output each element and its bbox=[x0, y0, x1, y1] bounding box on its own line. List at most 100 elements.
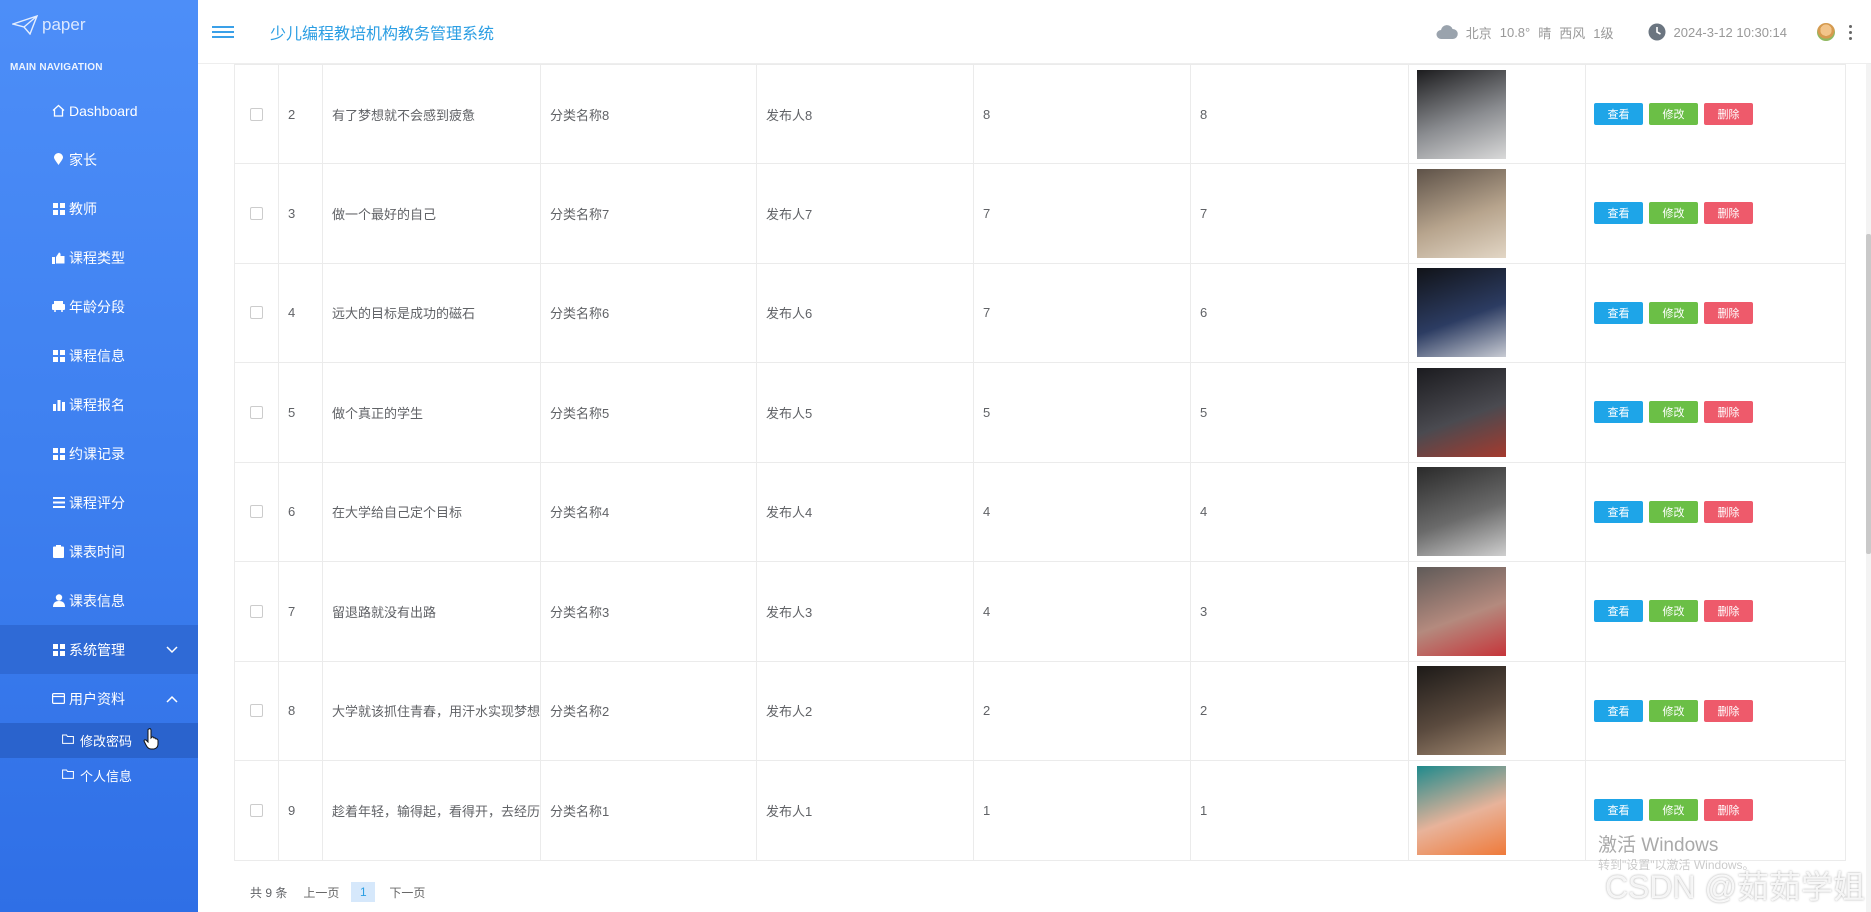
cell-count-b: 5 bbox=[1191, 363, 1409, 462]
view-button[interactable]: 查看 bbox=[1594, 600, 1643, 623]
avatar[interactable] bbox=[1817, 23, 1835, 41]
edit-button[interactable]: 修改 bbox=[1649, 103, 1698, 125]
cell-title: 趁着年轻，输得起，看得开，去经历 bbox=[323, 761, 541, 860]
delete-button[interactable]: 删除 bbox=[1704, 699, 1753, 722]
row-checkbox[interactable] bbox=[250, 405, 263, 419]
edit-button[interactable]: 修改 bbox=[1649, 600, 1698, 623]
sidebar-item-parents[interactable]: 家长 bbox=[0, 135, 198, 184]
cell-title: 有了梦想就不会感到疲惫 bbox=[323, 65, 541, 163]
cell-actions: 查看 修改 删除 bbox=[1586, 363, 1845, 462]
sidebar-item-course-ratings[interactable]: 课程评分 bbox=[0, 478, 198, 527]
cell-count-a: 8 bbox=[974, 65, 1191, 163]
view-button[interactable]: 查看 bbox=[1594, 500, 1643, 523]
sidebar-item-user-profile[interactable]: 用户资料 bbox=[0, 674, 198, 723]
table-row: 7 留退路就没有出路 分类名称3 发布人3 4 3 查看 修改 删除 bbox=[235, 561, 1845, 661]
sidebar-item-schedule-time[interactable]: 课表时间 bbox=[0, 527, 198, 576]
sidebar-item-teachers[interactable]: 教师 bbox=[0, 184, 198, 233]
cell-category: 分类名称5 bbox=[541, 363, 757, 462]
cell-category: 分类名称6 bbox=[541, 263, 757, 362]
view-button[interactable]: 查看 bbox=[1594, 103, 1643, 125]
main-content: 2 有了梦想就不会感到疲惫 分类名称8 发布人8 8 8 查看 修改 删除 3 做一个最好的自己 分类… bbox=[198, 64, 1871, 912]
view-button[interactable]: 查看 bbox=[1594, 401, 1643, 424]
row-thumbnail[interactable] bbox=[1417, 566, 1506, 656]
sidebar-item-booking-records[interactable]: 约课记录 bbox=[0, 429, 198, 478]
cell-title: 远大的目标是成功的磁石 bbox=[323, 263, 541, 362]
sidebar-item-label: 课表时间 bbox=[69, 543, 125, 560]
view-button[interactable]: 查看 bbox=[1594, 699, 1643, 722]
row-thumbnail[interactable] bbox=[1417, 765, 1506, 855]
cell-actions: 查看 修改 删除 bbox=[1586, 463, 1845, 562]
sidebar-item-course-types[interactable]: 课程类型 bbox=[0, 233, 198, 282]
bar-chart-icon bbox=[52, 398, 65, 411]
row-thumbnail[interactable] bbox=[1417, 367, 1506, 457]
row-thumbnail[interactable] bbox=[1417, 467, 1506, 557]
row-checkbox[interactable] bbox=[250, 803, 263, 817]
row-checkbox[interactable] bbox=[250, 704, 263, 718]
delete-button[interactable]: 删除 bbox=[1704, 799, 1753, 822]
chevron-up-icon bbox=[166, 692, 178, 706]
sidebar-item-schedule-info[interactable]: 课表信息 bbox=[0, 576, 198, 625]
app-title: 少儿编程教培机构教务管理系统 bbox=[270, 25, 495, 43]
row-thumbnail[interactable] bbox=[1417, 268, 1506, 358]
edit-button[interactable]: 修改 bbox=[1649, 202, 1698, 225]
view-button[interactable]: 查看 bbox=[1594, 301, 1643, 324]
menu-toggle-icon[interactable] bbox=[198, 0, 248, 64]
sidebar-item-course-enroll[interactable]: 课程报名 bbox=[0, 380, 198, 429]
sidebar-subitem-change-password[interactable]: 修改密码 bbox=[0, 723, 218, 758]
grid-icon bbox=[52, 349, 65, 362]
logo[interactable]: paper bbox=[0, 0, 198, 50]
sidebar-item-label: 课程信息 bbox=[69, 347, 125, 364]
cell-image bbox=[1409, 164, 1586, 263]
cell-publisher: 发布人4 bbox=[757, 462, 974, 561]
cell-index: 3 bbox=[279, 164, 323, 263]
row-checkbox[interactable] bbox=[250, 107, 263, 121]
row-checkbox[interactable] bbox=[250, 206, 263, 220]
view-button[interactable]: 查看 bbox=[1594, 799, 1643, 822]
scrollbar[interactable] bbox=[1866, 64, 1871, 912]
table-row: 8 大学就该抓住青春，用汗水实现梦想 分类名称2 发布人2 2 2 查看 修改 删除 bbox=[235, 660, 1845, 760]
delete-button[interactable]: 删除 bbox=[1704, 500, 1753, 523]
datetime-text: 2024-3-12 10:30:14 bbox=[1673, 24, 1787, 40]
grid-icon bbox=[52, 643, 65, 656]
pagination-page-button[interactable]: 1 bbox=[351, 882, 376, 902]
row-thumbnail[interactable] bbox=[1417, 69, 1506, 159]
row-thumbnail[interactable] bbox=[1417, 168, 1506, 258]
cell-category: 分类名称3 bbox=[541, 562, 757, 661]
sidebar-item-dashboard[interactable]: Dashboard bbox=[0, 86, 198, 135]
cell-category: 分类名称8 bbox=[541, 65, 757, 163]
row-thumbnail[interactable] bbox=[1417, 666, 1506, 756]
sidebar-item-course-info[interactable]: 课程信息 bbox=[0, 331, 198, 380]
location-pin-icon bbox=[52, 153, 65, 166]
row-checkbox[interactable] bbox=[250, 306, 263, 320]
edit-button[interactable]: 修改 bbox=[1649, 699, 1698, 722]
delete-button[interactable]: 删除 bbox=[1704, 401, 1753, 424]
topbar: 少儿编程教培机构教务管理系统 北京 10.8° 晴 西风 1级 2024-3-1… bbox=[198, 0, 1871, 64]
delete-button[interactable]: 删除 bbox=[1704, 103, 1753, 125]
datetime-widget: 2024-3-12 10:30:14 bbox=[1648, 23, 1787, 41]
pagination-next-button[interactable]: 下一页 bbox=[389, 884, 425, 901]
delete-button[interactable]: 删除 bbox=[1704, 202, 1753, 225]
hand-cursor-icon bbox=[143, 728, 159, 750]
delete-button[interactable]: 删除 bbox=[1704, 600, 1753, 623]
more-vertical-icon[interactable] bbox=[1843, 23, 1857, 41]
edit-button[interactable]: 修改 bbox=[1649, 401, 1698, 424]
sidebar-item-age-groups[interactable]: 年龄分段 bbox=[0, 282, 198, 331]
table-row: 5 做个真正的学生 分类名称5 发布人5 5 5 查看 修改 删除 bbox=[235, 362, 1845, 462]
scrollbar-thumb[interactable] bbox=[1866, 234, 1871, 554]
edit-button[interactable]: 修改 bbox=[1649, 500, 1698, 523]
delete-button[interactable]: 删除 bbox=[1704, 301, 1753, 324]
pagination-prev-button[interactable]: 上一页 bbox=[303, 884, 339, 901]
edit-button[interactable]: 修改 bbox=[1649, 799, 1698, 822]
row-checkbox[interactable] bbox=[250, 604, 263, 618]
edit-button[interactable]: 修改 bbox=[1649, 301, 1698, 324]
folder-icon bbox=[62, 769, 74, 782]
cell-actions: 查看 修改 删除 bbox=[1586, 164, 1845, 263]
cell-publisher: 发布人1 bbox=[757, 761, 974, 860]
cell-count-a: 4 bbox=[974, 462, 1191, 561]
sidebar-item-system-management[interactable]: 系统管理 bbox=[0, 625, 228, 674]
sidebar-subitem-personal-info[interactable]: 个人信息 bbox=[0, 758, 198, 793]
row-checkbox[interactable] bbox=[250, 505, 263, 519]
view-button[interactable]: 查看 bbox=[1594, 202, 1643, 225]
cell-image bbox=[1409, 661, 1586, 760]
cell-publisher: 发布人5 bbox=[757, 363, 974, 462]
